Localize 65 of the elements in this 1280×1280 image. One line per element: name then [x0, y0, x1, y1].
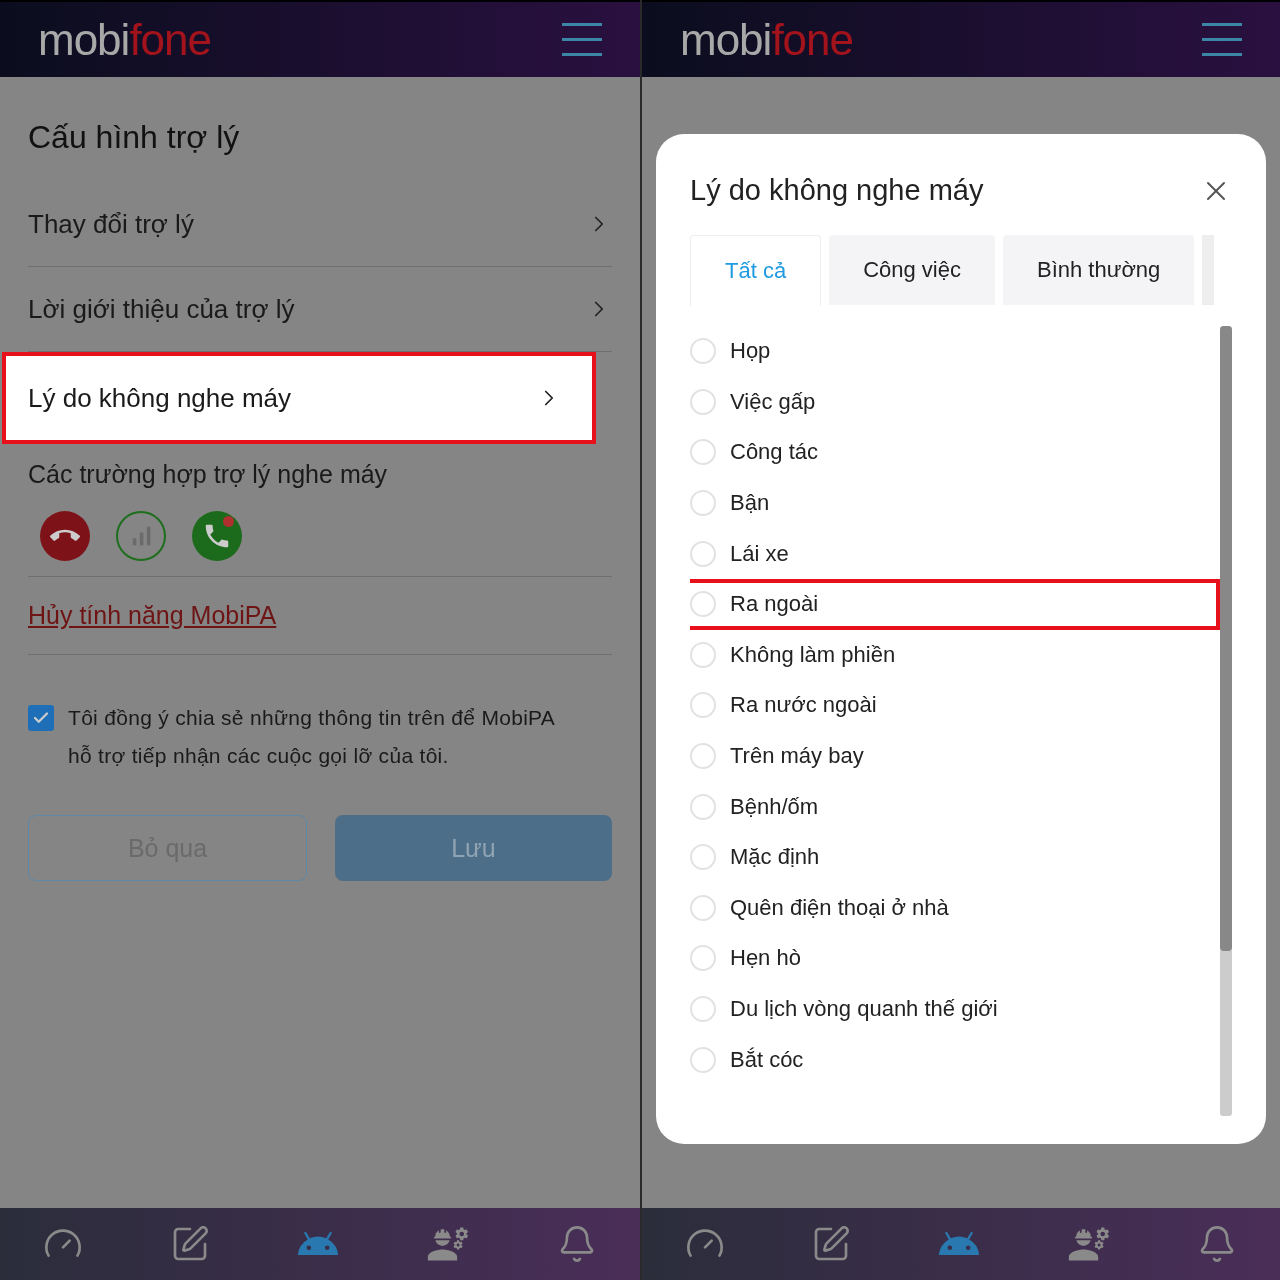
reason-option[interactable]: Trên máy bay — [690, 730, 1220, 782]
signal-icon[interactable] — [116, 511, 166, 561]
reason-label: Họp — [730, 338, 771, 365]
reason-option[interactable]: Ra nước ngoài — [690, 680, 1220, 731]
section-label: Các trường hợp trợ lý nghe máy — [28, 460, 389, 489]
radio-button[interactable] — [690, 591, 716, 618]
reason-label: Bắt cóc — [730, 1046, 804, 1073]
reason-option[interactable]: Việc gấp — [690, 376, 1220, 428]
logo: mobifone — [38, 14, 211, 65]
tab[interactable]: Công việc — [829, 235, 995, 305]
logo: mobifone — [680, 14, 853, 65]
modal-title: Lý do không nghe máy — [690, 174, 984, 207]
menu-icon[interactable] — [562, 21, 602, 58]
reason-label: Quên điện thoại ở nhà — [730, 894, 949, 921]
radio-button[interactable] — [690, 641, 716, 668]
menu-row[interactable]: Lý do không nghe máy — [2, 352, 596, 444]
reason-option[interactable]: Bắt cóc — [690, 1034, 1220, 1085]
phone-icon[interactable] — [192, 511, 242, 561]
tab[interactable]: Bình thường — [1003, 235, 1195, 305]
consent-text: Tôi đồng ý chia sẻ những thông tin trên để MobiPA hỗ trợ tiếp nhận các cuộc gọi lỡ của tôi. — [68, 705, 556, 769]
reason-option[interactable]: Mặc định — [690, 831, 1220, 883]
radio-button[interactable] — [690, 844, 716, 871]
reason-label: Bận — [730, 490, 770, 517]
radio-button[interactable] — [690, 540, 716, 567]
menu-label: Lời giới thiệu của trợ lý — [28, 293, 295, 325]
reason-label: Hẹn hò — [730, 945, 801, 972]
reason-label: Không làm phiền — [730, 641, 896, 668]
reason-option[interactable]: Họp — [690, 326, 1220, 377]
reason-option[interactable]: Công tác — [690, 427, 1220, 478]
reason-option[interactable]: Quên điện thoại ở nhà — [690, 882, 1220, 934]
reason-label: Bệnh/ốm — [730, 793, 819, 820]
radio-button[interactable] — [690, 692, 716, 719]
radio-button[interactable] — [690, 388, 716, 415]
reason-option[interactable]: Bệnh/ốm — [690, 781, 1220, 832]
hang-up-icon[interactable] — [40, 511, 90, 561]
radio-button[interactable] — [690, 945, 716, 972]
scrollbar[interactable] — [1220, 326, 1232, 1116]
radio-button[interactable] — [690, 894, 716, 921]
menu-label: Lý do không nghe máy — [28, 382, 292, 414]
reason-option[interactable]: Du lịch vòng quanh thế giới — [690, 983, 1220, 1035]
reason-label: Lái xe — [730, 540, 789, 567]
checkbox[interactable] — [28, 705, 54, 731]
reason-option[interactable]: Bận — [690, 477, 1220, 529]
reason-option[interactable]: Ra ngoài — [690, 578, 1220, 630]
reason-label: Du lịch vòng quanh thế giới — [730, 996, 998, 1022]
radio-button[interactable] — [690, 743, 716, 770]
page-title: Cấu hình trợ lý — [28, 119, 241, 156]
radio-button[interactable] — [690, 793, 716, 820]
radio-button[interactable] — [690, 1046, 716, 1073]
reason-label: Mặc định — [730, 844, 820, 871]
reason-option[interactable]: Lái xe — [690, 528, 1220, 579]
reason-label: Công tác — [730, 439, 819, 466]
reason-label: Ra ngoài — [730, 591, 819, 618]
radio-button[interactable] — [690, 338, 716, 365]
radio-button[interactable] — [690, 490, 716, 517]
menu-label: Thay đổi trợ lý — [28, 208, 194, 240]
reason-option[interactable]: Không làm phiền — [690, 629, 1220, 681]
radio-button[interactable] — [690, 439, 716, 466]
reason-option[interactable]: Hẹn hò — [690, 933, 1220, 984]
radio-button[interactable] — [690, 996, 716, 1022]
reason-label: Ra nước ngoài — [730, 692, 877, 719]
menu-row[interactable]: Thay đổi trợ lý — [28, 182, 612, 267]
reason-label: Trên máy bay — [730, 743, 864, 770]
menu-icon[interactable] — [1202, 21, 1242, 58]
reason-label: Việc gấp — [730, 388, 816, 415]
